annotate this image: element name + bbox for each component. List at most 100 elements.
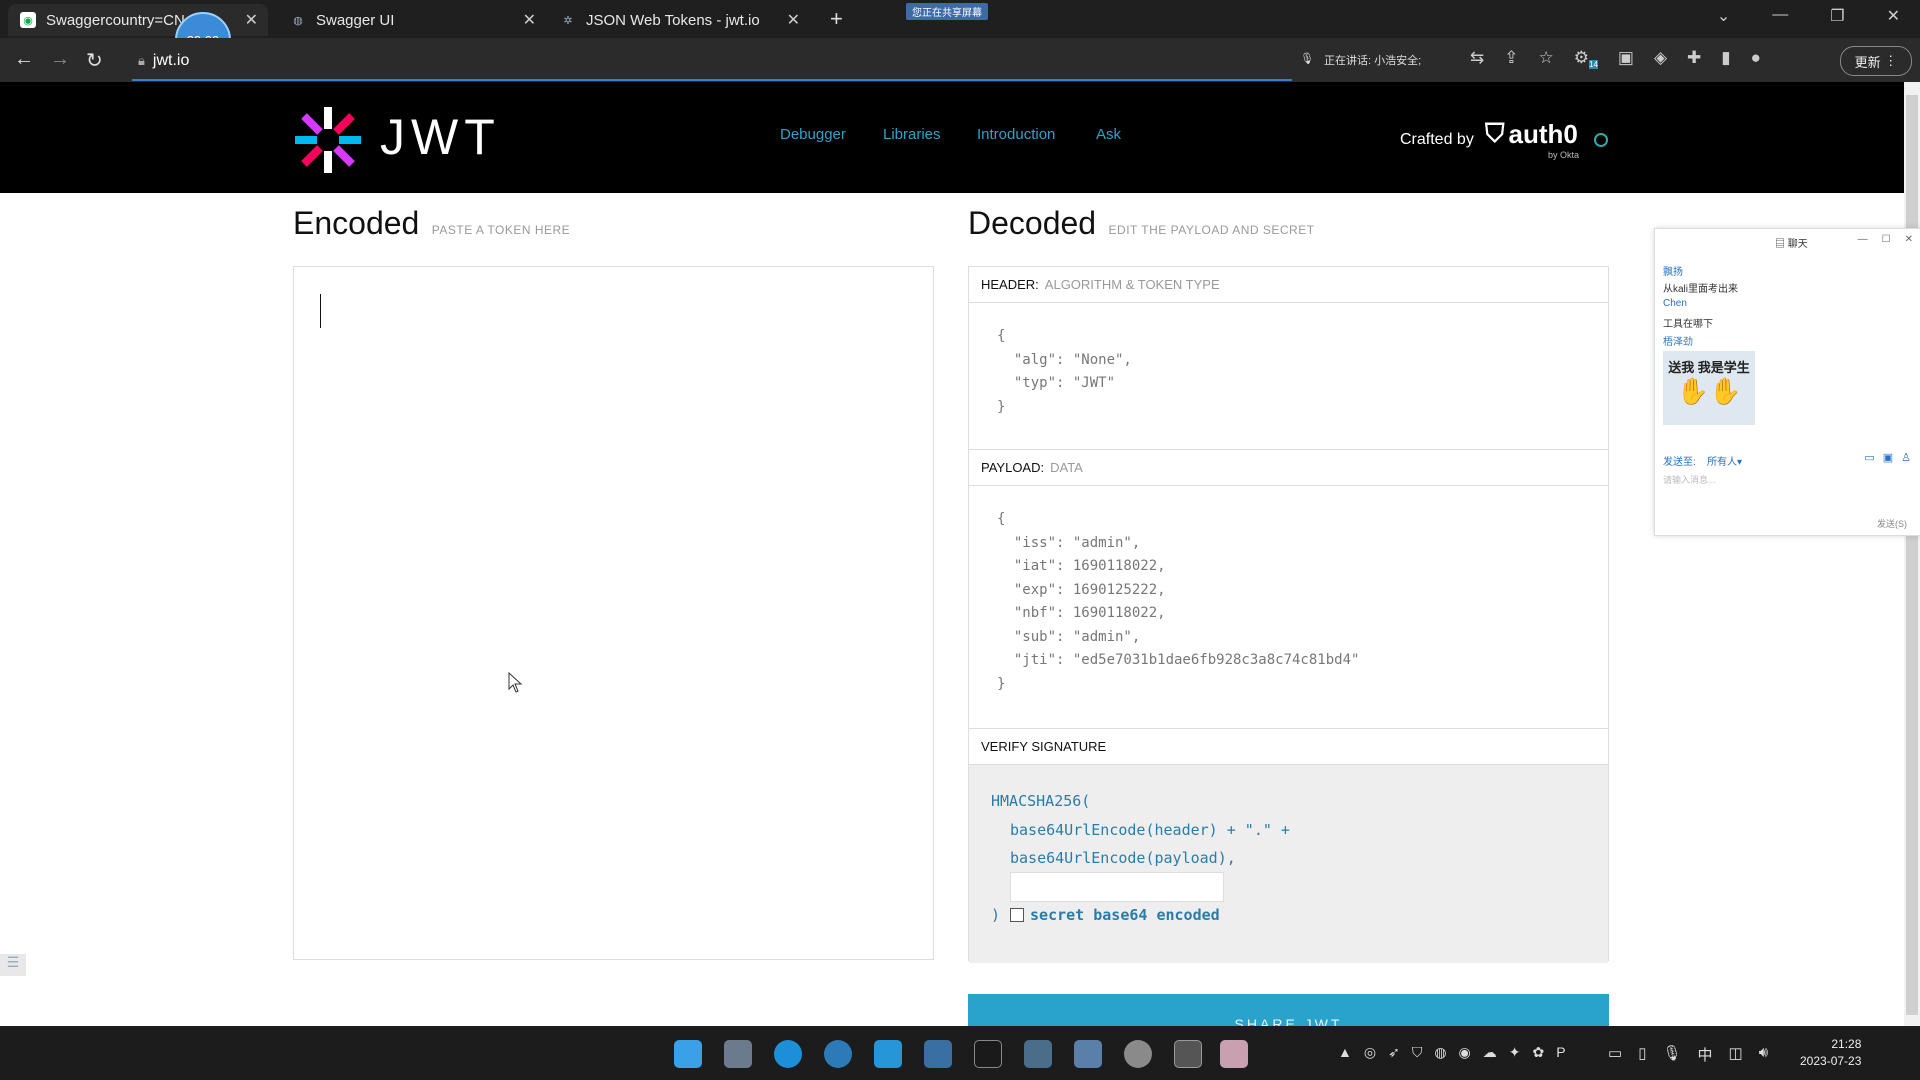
chat-sender: Chen: [1663, 298, 1687, 309]
sig-line-1: HMACSHA256(: [991, 792, 1091, 810]
header-sublabel: ALGORITHM & TOKEN TYPE: [1044, 277, 1220, 292]
ide-icon[interactable]: [974, 1040, 1002, 1068]
cmd-icon[interactable]: [1174, 1040, 1202, 1068]
base64-checkbox[interactable]: [1010, 908, 1025, 922]
ime-indicator[interactable]: 中: [1698, 1044, 1713, 1065]
bookmark-star-icon[interactable]: ☆: [1539, 48, 1554, 69]
update-button[interactable]: 更新 ⋮: [1840, 46, 1912, 76]
tab-swagger-ui[interactable]: ◍ Swagger UI ✕: [278, 4, 546, 36]
jwt-favicon-icon: ✲: [563, 14, 573, 27]
jwt-logo-icon[interactable]: [293, 105, 363, 175]
tab-search-icon[interactable]: ⌄: [1717, 6, 1730, 26]
extension3-icon[interactable]: ◈: [1654, 48, 1667, 69]
tray-app-icon[interactable]: ▲: [1338, 1044, 1352, 1061]
jwt-logo-text[interactable]: JWT: [380, 108, 501, 166]
speaking-text: 正在讲话: 小浩安全;: [1323, 55, 1422, 67]
auth0-logo[interactable]: ⛉ auth0: [1485, 118, 1578, 150]
profile-icon[interactable]: ●: [1751, 48, 1761, 69]
globe-icon: ◍: [293, 14, 303, 27]
microphone-icon[interactable]: 🎙︎: [1662, 1044, 1681, 1065]
tray-gear-icon[interactable]: ✿: [1532, 1044, 1544, 1061]
display-icon[interactable]: ▭: [1608, 1044, 1622, 1065]
screenshot-icon[interactable]: ▣: [1883, 451, 1893, 464]
chat-title: ▤ 聊天: [1775, 235, 1808, 250]
nav-libraries[interactable]: Libraries: [883, 126, 941, 143]
tray-network-icon[interactable]: ◎: [1364, 1044, 1376, 1061]
meeting-icon[interactable]: [924, 1040, 952, 1068]
window-controls: ⌄ — ❐ ✕: [1717, 6, 1900, 26]
address-bar[interactable]: 🔒︎ jwt.io: [132, 43, 1292, 81]
browser-icon[interactable]: [1124, 1040, 1152, 1068]
extension2-icon[interactable]: ▣: [1618, 48, 1634, 69]
user-icon[interactable]: ♙: [1901, 451, 1911, 464]
sig-line-3: base64UrlEncode(payload),: [1010, 849, 1236, 867]
sig-line-2: base64UrlEncode(header) + "." +: [1010, 820, 1290, 839]
verify-signature-title: VERIFY SIGNATURE: [969, 729, 1608, 765]
vm-icon[interactable]: [1024, 1040, 1052, 1068]
share-icon[interactable]: ⇪: [1504, 48, 1518, 69]
secret-input[interactable]: [1010, 872, 1224, 902]
send-to-label: 发送至:: [1663, 457, 1696, 468]
chat-send-button[interactable]: 发送(S): [1877, 517, 1907, 530]
tab-jwt-io[interactable]: ✲ JSON Web Tokens - jwt.io ✕: [548, 4, 810, 36]
text-caret: [320, 294, 321, 328]
reload-icon[interactable]: ↻: [86, 48, 103, 73]
system-tray-apps: ▲ ◎ ➶ ⛉ ◍ ◉ ☁ ✦ ✿ P: [1338, 1044, 1566, 1061]
close-tab-icon[interactable]: ✕: [787, 10, 800, 30]
close-window-icon[interactable]: ✕: [1887, 6, 1900, 26]
chat-minimize-icon[interactable]: —: [1858, 234, 1868, 245]
start-icon[interactable]: [674, 1040, 702, 1068]
nav-debugger[interactable]: Debugger: [780, 126, 846, 143]
tray-p-icon[interactable]: P: [1556, 1044, 1565, 1061]
tray-bluetooth-icon[interactable]: ✦: [1509, 1044, 1521, 1061]
minimize-icon[interactable]: —: [1772, 6, 1788, 26]
payload-json-editor[interactable]: { "iss": "admin", "iat": 1690118022, "ex…: [969, 486, 1608, 696]
taskbar-clock[interactable]: 21:28 2023-07-23: [1800, 1036, 1861, 1070]
tray-cloud-icon[interactable]: ☁: [1483, 1044, 1497, 1061]
chat-maximize-icon[interactable]: ☐: [1882, 234, 1891, 245]
new-tab-button[interactable]: +: [830, 6, 843, 32]
volume-icon[interactable]: 🔊︎: [1759, 1044, 1768, 1065]
chat-window-controls: — ☐ ✕: [1858, 234, 1913, 245]
header-label: HEADER:: [981, 277, 1039, 292]
sig-close-row: ) secret base64 encoded: [991, 901, 1608, 930]
chat-input[interactable]: 请输入消息...: [1663, 473, 1716, 486]
battery-icon[interactable]: ▯: [1638, 1044, 1646, 1065]
edge-icon[interactable]: [774, 1040, 802, 1068]
back-icon[interactable]: ←: [14, 48, 34, 71]
tray-camera-icon[interactable]: ◉: [1459, 1044, 1471, 1061]
app-icon[interactable]: [874, 1040, 902, 1068]
clock-date: 2023-07-23: [1800, 1054, 1862, 1068]
restore-icon[interactable]: ❐: [1830, 6, 1844, 26]
burp-icon[interactable]: [1220, 1040, 1248, 1068]
mic-icon: 🎙︎: [1300, 53, 1314, 65]
payload-label: PAYLOAD:: [981, 460, 1045, 475]
tray-shield-icon[interactable]: ⛉: [1412, 1044, 1423, 1061]
sidebar-icon[interactable]: ▮: [1721, 48, 1730, 69]
encoded-token-input[interactable]: [293, 266, 934, 960]
terminal-icon[interactable]: [1074, 1040, 1102, 1068]
file-explorer-icon[interactable]: [724, 1040, 752, 1068]
auth0-shield-icon: ⛉: [1485, 118, 1505, 148]
side-panel-toggle-icon[interactable]: ☰: [0, 954, 26, 976]
file-icon[interactable]: ▭: [1864, 451, 1874, 464]
nav-ask[interactable]: Ask: [1096, 126, 1121, 143]
close-tab-icon[interactable]: ✕: [245, 10, 258, 30]
forward-icon[interactable]: →: [50, 48, 70, 71]
browser-extension-icons: ⇆ ⇪ ☆ ⚙14 ▣ ◈ ✚ ▮ ●: [1470, 48, 1761, 70]
chat-window: ▤ 聊天 — ☐ ✕ 飘扬 从kali里面考出来 Chen 工具在哪下 梧泽劲 送我…: [1654, 228, 1920, 536]
chat-close-icon[interactable]: ✕: [1905, 234, 1913, 245]
encoded-title: Encoded: [293, 205, 420, 241]
send-to-select[interactable]: 所有人▾: [1707, 453, 1742, 468]
wifi-icon[interactable]: ◫: [1729, 1044, 1743, 1065]
header-json-editor[interactable]: { "alg": "None", "typ": "JWT" }: [969, 303, 1608, 419]
tray-vpn-icon[interactable]: ◍: [1434, 1044, 1446, 1061]
extension-icon[interactable]: ⚙14: [1574, 48, 1598, 70]
chrome-icon[interactable]: [824, 1040, 852, 1068]
translate-icon[interactable]: ⇆: [1470, 48, 1484, 69]
tray-arrow-icon[interactable]: ➶: [1388, 1044, 1400, 1061]
sticker-text: 送我 我是学生: [1668, 360, 1750, 375]
nav-introduction[interactable]: Introduction: [977, 126, 1055, 143]
close-tab-icon[interactable]: ✕: [523, 10, 536, 30]
puzzle-icon[interactable]: ✚: [1687, 48, 1701, 69]
